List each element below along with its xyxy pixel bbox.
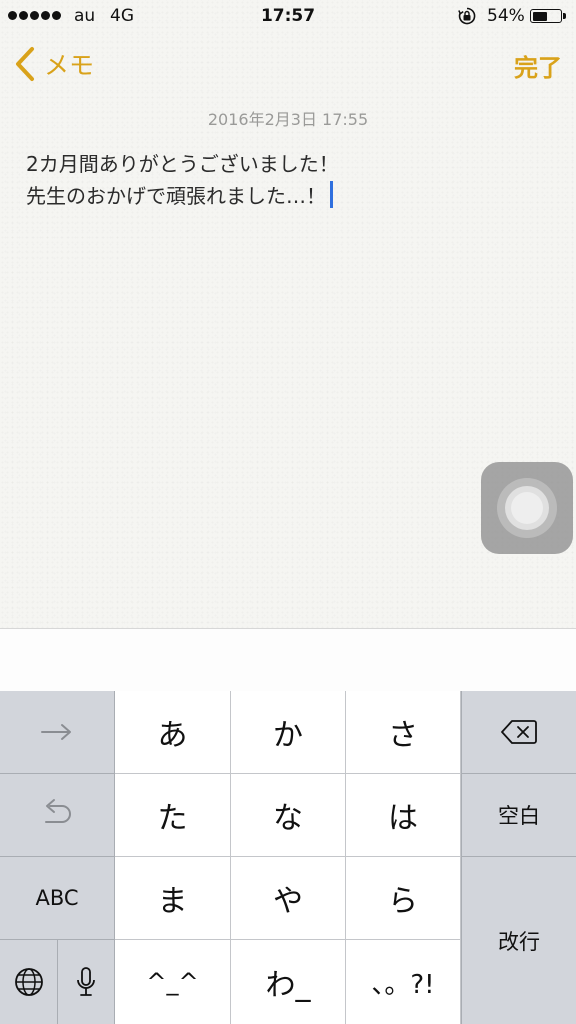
battery-percent: 54% (487, 6, 525, 26)
undo-icon (45, 799, 71, 823)
battery-icon (530, 9, 566, 23)
backspace-icon (501, 720, 537, 744)
key-punctuation[interactable]: 、。?! (346, 940, 461, 1024)
microphone-icon (77, 967, 95, 996)
orientation-lock-icon (458, 7, 476, 25)
key-ma[interactable]: ま (115, 857, 231, 940)
space-key[interactable]: 空白 (461, 774, 576, 857)
arrow-right-icon (41, 724, 71, 740)
text-caret (330, 181, 333, 208)
battery-fill (532, 11, 547, 21)
notes-screen: au 4G 17:57 54% メモ 完了 2016年2月3日 17:55 2カ… (0, 0, 576, 1024)
return-key[interactable]: 改行 (461, 857, 576, 1024)
back-button[interactable]: メモ (14, 44, 94, 84)
key-ka[interactable]: か (231, 691, 346, 774)
key-wa[interactable]: わ_ (231, 940, 346, 1024)
next-candidate-key[interactable] (0, 691, 115, 774)
note-line: 先生のおかげで頑張れました…！ (26, 180, 546, 212)
abc-key[interactable]: ABC (0, 857, 115, 940)
delete-key[interactable] (461, 691, 576, 774)
done-button[interactable]: 完了 (514, 48, 562, 83)
key-ya[interactable]: や (231, 857, 346, 940)
key-a[interactable]: あ (115, 691, 231, 774)
prediction-bar (0, 628, 576, 691)
globe-icon (14, 968, 43, 996)
status-bar: au 4G 17:57 54% (0, 0, 576, 32)
microphone-key[interactable] (58, 940, 115, 1024)
assistive-touch-button[interactable] (481, 462, 573, 554)
globe-key[interactable] (0, 940, 58, 1024)
undo-key[interactable] (0, 774, 115, 857)
note-line: 2カ月間ありがとうございました！ (26, 152, 339, 176)
note-text-area[interactable]: 2カ月間ありがとうございました！ 先生のおかげで頑張れました…！ (26, 148, 546, 212)
key-kaomoji[interactable]: ^_^ (115, 940, 231, 1024)
note-date: 2016年2月3日 17:55 (207, 110, 369, 129)
chevron-left-icon (16, 47, 34, 81)
back-button-label: メモ (44, 51, 95, 80)
keyboard: ABC あ か さ た な は ま や ら ^_^ わ_ 、。?! 空白 改行 (0, 691, 576, 1024)
key-ta[interactable]: た (115, 774, 231, 857)
key-ha[interactable]: は (346, 774, 461, 857)
key-ra[interactable]: ら (346, 857, 461, 940)
key-na[interactable]: な (231, 774, 346, 857)
key-sa[interactable]: さ (346, 691, 461, 774)
